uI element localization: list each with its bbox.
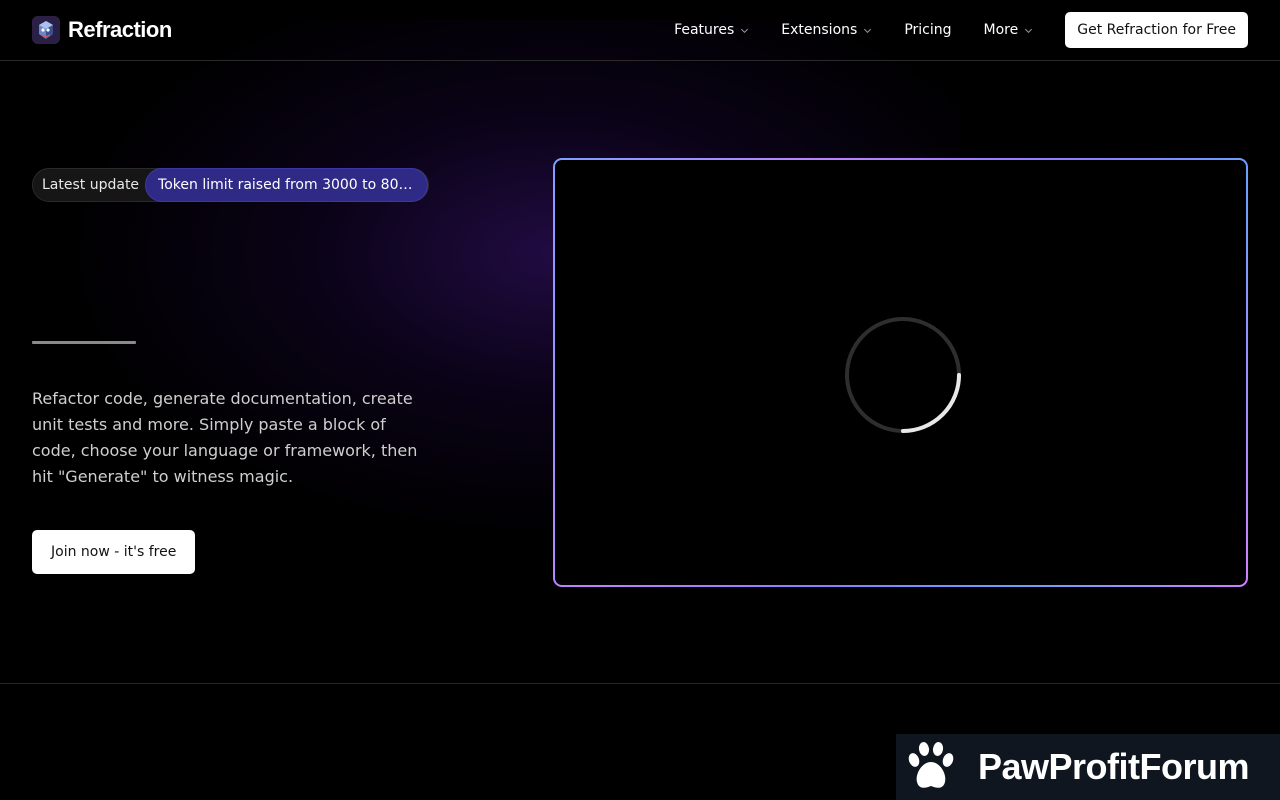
demo-video-frame[interactable] — [553, 158, 1248, 587]
chevron-down-icon — [1025, 28, 1033, 33]
chevron-down-icon — [864, 28, 872, 33]
paw-icon — [908, 742, 954, 788]
hero-title-placeholder-bar — [32, 341, 136, 344]
get-refraction-button[interactable]: Get Refraction for Free — [1065, 12, 1248, 48]
nav-item-more[interactable]: More — [968, 22, 1050, 38]
nav-item-label: Extensions — [781, 22, 858, 38]
latest-update-text: Token limit raised from 3000 to 80… — [158, 177, 413, 193]
latest-update-label: Latest update — [42, 177, 140, 193]
nav-item-label: Features — [674, 22, 735, 38]
nav-item-label: More — [983, 22, 1019, 38]
refraction-logo-icon — [32, 16, 60, 44]
brand[interactable]: Refraction — [32, 16, 172, 44]
watermark-banner: PawProfitForum — [896, 734, 1280, 800]
watermark-text: PawProfitForum — [978, 746, 1250, 787]
nav-item-features[interactable]: Features — [658, 22, 765, 38]
brand-name: Refraction — [68, 17, 172, 42]
chevron-down-icon — [741, 28, 749, 33]
nav-item-label: Pricing — [904, 22, 952, 38]
join-now-button[interactable]: Join now - it's free — [32, 530, 196, 574]
main-nav: Features Extensions Pricing More Get Ref… — [658, 12, 1248, 48]
hero-description: Refactor code, generate documentation, c… — [32, 389, 418, 486]
latest-update-link[interactable]: Token limit raised from 3000 to 80… — [145, 168, 428, 202]
loading-spinner-icon — [845, 317, 961, 433]
nav-item-extensions[interactable]: Extensions — [765, 22, 888, 38]
nav-item-pricing[interactable]: Pricing — [888, 22, 967, 38]
demo-video-player[interactable] — [555, 160, 1246, 585]
top-nav-bar: Refraction Features Extensions Pricing M… — [0, 0, 1280, 61]
section-divider — [0, 683, 1280, 684]
latest-update-pill: Latest update Token limit raised from 30… — [32, 168, 429, 202]
